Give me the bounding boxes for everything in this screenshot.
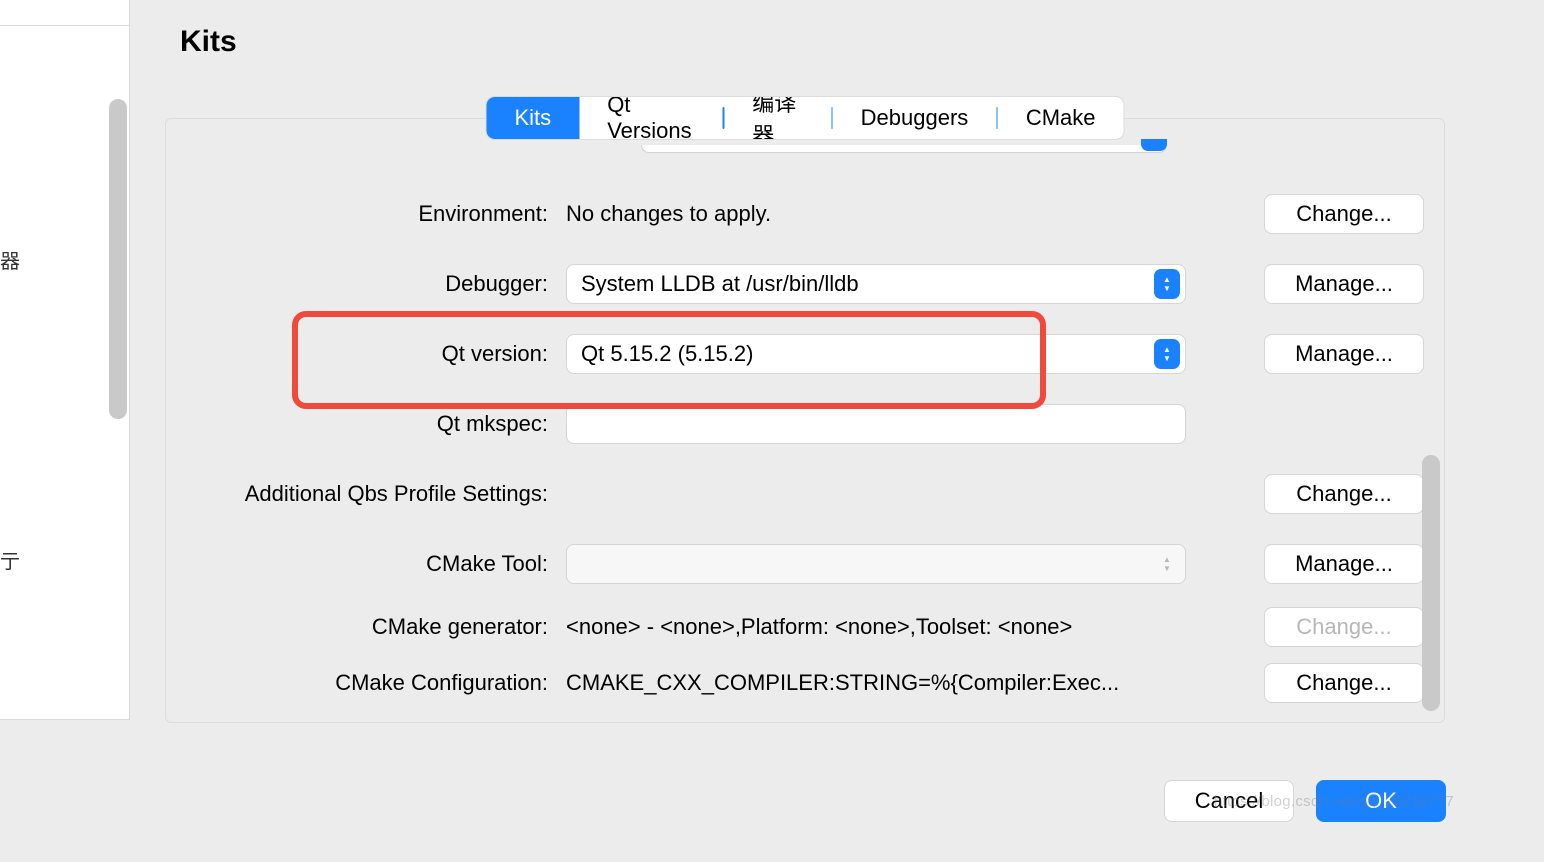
preferences-sidebar: 器 亍 bbox=[0, 0, 130, 720]
row-qt-mkspec: Qt mkspec: bbox=[186, 389, 1424, 459]
sidebar-item-glyph[interactable]: 器 bbox=[0, 245, 20, 274]
row-debugger: Debugger: System LLDB at /usr/bin/lldb ▲… bbox=[186, 249, 1424, 319]
updown-icon: ▲▼ bbox=[1154, 549, 1180, 579]
row-qbs-profile: Additional Qbs Profile Settings: Change.… bbox=[186, 459, 1424, 529]
row-qt-version: Qt version: Qt 5.15.2 (5.15.2) ▲▼ Manage… bbox=[186, 319, 1424, 389]
row-cmake-configuration: CMake Configuration: CMAKE_CXX_COMPILER:… bbox=[186, 655, 1424, 711]
tab-kits[interactable]: Kits bbox=[487, 97, 580, 139]
debugger-manage-button[interactable]: Manage... bbox=[1264, 264, 1424, 304]
tab-cmake[interactable]: CMake bbox=[998, 97, 1124, 139]
qt-version-manage-button[interactable]: Manage... bbox=[1264, 334, 1424, 374]
truncated-combo-arrows bbox=[1141, 139, 1167, 151]
tab-debuggers[interactable]: Debuggers bbox=[833, 97, 997, 139]
cmake-generator-label: CMake generator: bbox=[186, 614, 566, 640]
debugger-label: Debugger: bbox=[186, 271, 566, 297]
panel-scrollbar[interactable] bbox=[1422, 455, 1440, 711]
row-cmake-tool: CMake Tool: ▲▼ Manage... bbox=[186, 529, 1424, 599]
qbs-change-button[interactable]: Change... bbox=[1264, 474, 1424, 514]
kits-settings-panel: Kits Qt Versions 编译器 Debuggers CMake Env… bbox=[165, 118, 1445, 723]
environment-label: Environment: bbox=[186, 201, 566, 227]
debugger-select[interactable]: System LLDB at /usr/bin/lldb ▲▼ bbox=[566, 264, 1186, 304]
debugger-select-value: System LLDB at /usr/bin/lldb bbox=[581, 271, 859, 297]
settings-tabs: Kits Qt Versions 编译器 Debuggers CMake bbox=[486, 96, 1125, 140]
qt-version-label: Qt version: bbox=[186, 341, 566, 367]
qbs-profile-label: Additional Qbs Profile Settings: bbox=[186, 481, 566, 507]
environment-value: No changes to apply. bbox=[566, 201, 1186, 227]
cmake-tool-manage-button[interactable]: Manage... bbox=[1264, 544, 1424, 584]
qt-version-select[interactable]: Qt 5.15.2 (5.15.2) ▲▼ bbox=[566, 334, 1186, 374]
qt-mkspec-input[interactable] bbox=[566, 404, 1186, 444]
tab-qt-versions[interactable]: Qt Versions bbox=[579, 97, 723, 139]
environment-change-button[interactable]: Change... bbox=[1264, 194, 1424, 234]
updown-icon: ▲▼ bbox=[1154, 339, 1180, 369]
cmake-configuration-label: CMake Configuration: bbox=[186, 670, 566, 696]
cmake-generator-change-button: Change... bbox=[1264, 607, 1424, 647]
truncated-combo-edge bbox=[641, 145, 1167, 153]
sidebar-list[interactable]: 器 亍 bbox=[0, 95, 129, 719]
qt-mkspec-label: Qt mkspec: bbox=[186, 411, 566, 437]
cmake-tool-select[interactable]: ▲▼ bbox=[566, 544, 1186, 584]
cmake-configuration-change-button[interactable]: Change... bbox=[1264, 663, 1424, 703]
sidebar-top-strip bbox=[0, 0, 129, 26]
sidebar-scrollbar[interactable] bbox=[109, 99, 127, 419]
row-cmake-generator: CMake generator: <none> - <none>,Platfor… bbox=[186, 599, 1424, 655]
sidebar-item-glyph[interactable]: 亍 bbox=[0, 545, 20, 574]
page-title: Kits bbox=[180, 25, 237, 59]
kit-form: Environment: No changes to apply. Change… bbox=[186, 179, 1424, 711]
cmake-tool-label: CMake Tool: bbox=[186, 551, 566, 577]
watermark-text: https://blog.csdn.net/qq_25218777 bbox=[1214, 793, 1454, 810]
row-environment: Environment: No changes to apply. Change… bbox=[186, 179, 1424, 249]
qt-version-select-value: Qt 5.15.2 (5.15.2) bbox=[581, 341, 753, 367]
cmake-configuration-value: CMAKE_CXX_COMPILER:STRING=%{Compiler:Exe… bbox=[566, 670, 1206, 696]
cmake-generator-value: <none> - <none>,Platform: <none>,Toolset… bbox=[566, 614, 1206, 640]
updown-icon: ▲▼ bbox=[1154, 269, 1180, 299]
tab-compilers[interactable]: 编译器 bbox=[724, 97, 831, 139]
